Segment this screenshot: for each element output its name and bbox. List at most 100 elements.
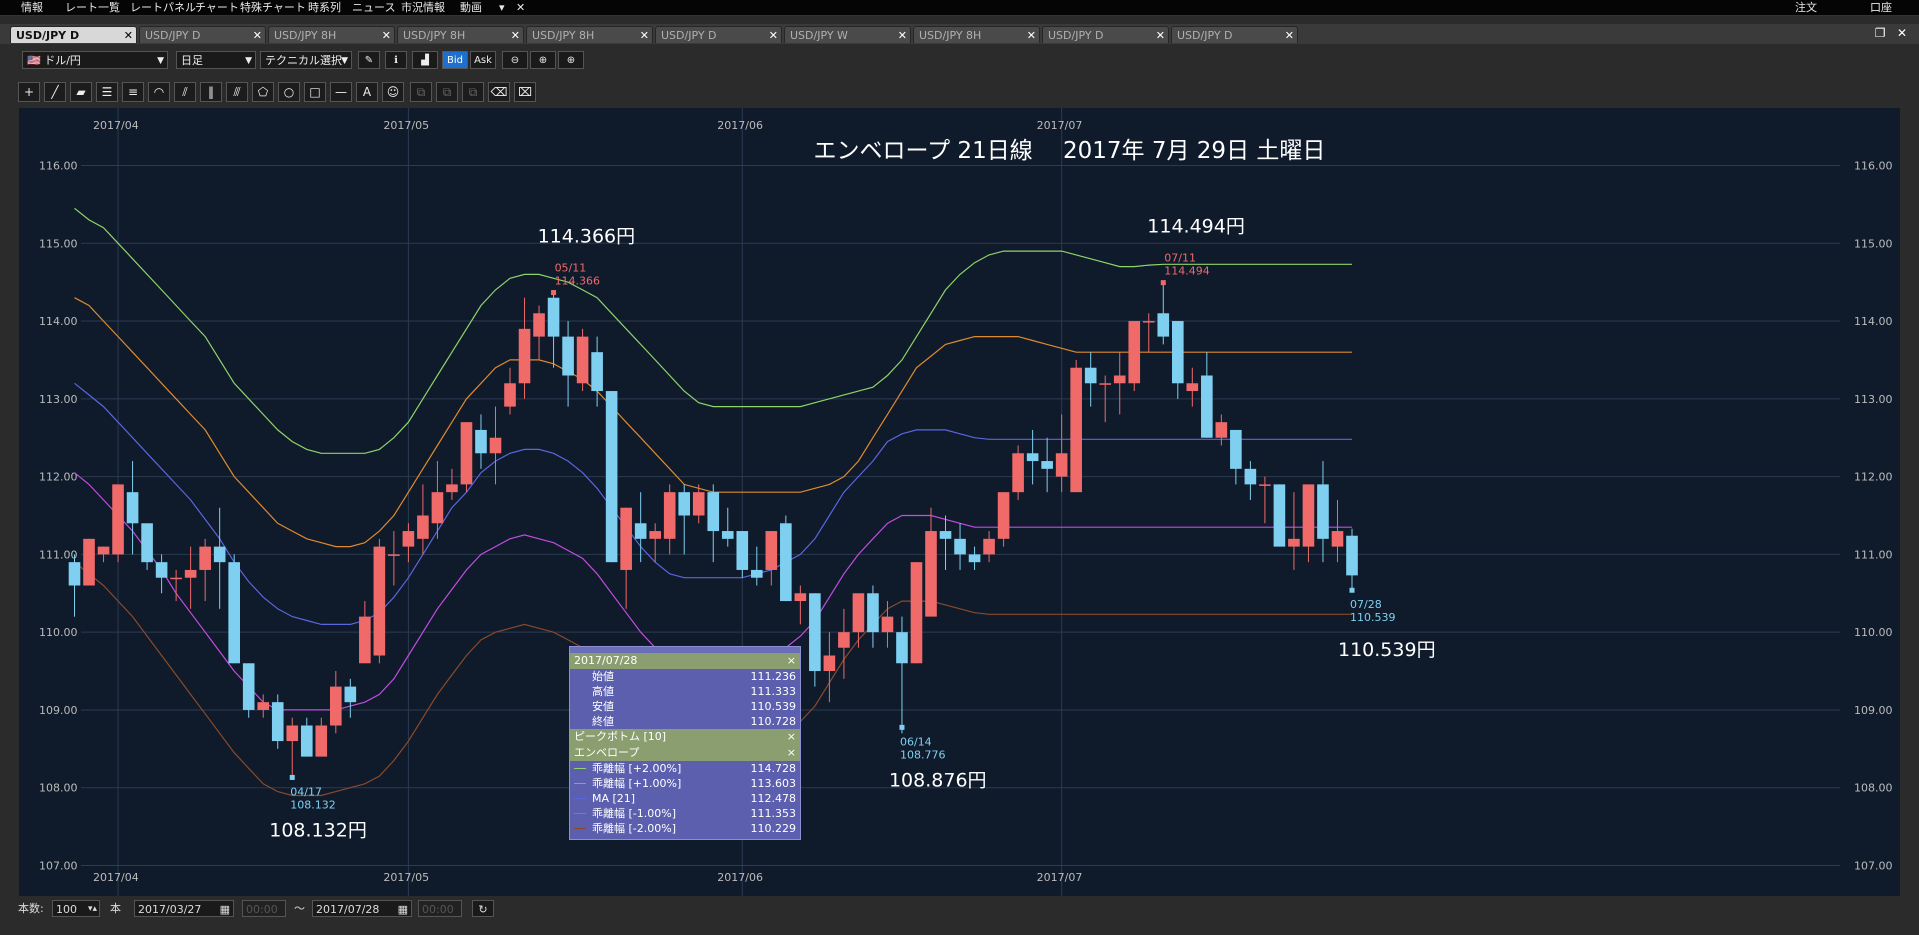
- close-icon[interactable]: ×: [787, 653, 796, 669]
- tab-chart[interactable]: USD/JPY D ✕: [139, 26, 266, 43]
- bid-button[interactable]: Bid: [442, 51, 468, 69]
- close-icon[interactable]: ✕: [253, 27, 262, 44]
- menu-item[interactable]: 情報: [18, 0, 46, 15]
- vlines-icon[interactable]: ‖: [200, 82, 222, 102]
- ruler-icon[interactable]: ▰: [70, 82, 92, 102]
- trendline-icon[interactable]: ╱: [44, 82, 66, 102]
- arc-icon[interactable]: ◠: [148, 82, 170, 102]
- menu-item[interactable]: ニュース: [349, 0, 398, 15]
- volume-icon[interactable]: ▟: [412, 51, 438, 69]
- tab-chart[interactable]: USD/JPY 8H ✕: [397, 26, 524, 43]
- channel-icon[interactable]: ⫻: [226, 82, 248, 102]
- candle-body: [533, 313, 545, 337]
- close-icon[interactable]: ✕: [124, 27, 133, 44]
- calendar-icon[interactable]: ▦: [398, 901, 408, 918]
- y-tick-label-right: 115.00: [1854, 237, 1893, 250]
- menu-item[interactable]: 時系列: [305, 0, 344, 15]
- hlines-icon[interactable]: ☰: [96, 82, 118, 102]
- ohlc-label: 始値: [592, 670, 614, 683]
- refresh-icon[interactable]: ↻: [472, 900, 494, 917]
- tab-chart[interactable]: USD/JPY D ✕: [655, 26, 782, 43]
- close-icon[interactable]: ✕: [898, 27, 907, 44]
- tab-chart[interactable]: USD/JPY 8H ✕: [913, 26, 1040, 43]
- pentagon-icon[interactable]: ⬠: [252, 82, 274, 102]
- circle-icon[interactable]: ○: [278, 82, 300, 102]
- restore-icon[interactable]: ❐: [1873, 26, 1887, 40]
- count-select[interactable]: 100 ▾▴: [52, 900, 100, 917]
- pair-select[interactable]: 🇺🇸 ドル/円 ▼: [22, 51, 168, 69]
- calendar-icon[interactable]: ▦: [220, 901, 230, 918]
- menu-item[interactable]: 動画: [457, 0, 485, 15]
- envelope-value: 110.229: [750, 822, 797, 835]
- menu-right-item[interactable]: 注文: [1795, 0, 1817, 15]
- candlestick-chart: 116.00 116.00 115.00 115.00 114.00 114.00 113.…: [39, 108, 1893, 896]
- peak-date-label: 04/17: [290, 785, 322, 798]
- menu-item[interactable]: 市況情報: [398, 0, 448, 15]
- candle-body: [518, 328, 531, 384]
- stack-icon[interactable]: ⧉: [462, 82, 484, 102]
- zoom-in-icon[interactable]: ⊕: [530, 51, 556, 69]
- candle-body: [954, 538, 966, 555]
- tab-chart[interactable]: USD/JPY 8H ✕: [526, 26, 653, 43]
- fib-icon[interactable]: ≡: [122, 82, 144, 102]
- info-icon[interactable]: ℹ: [385, 51, 407, 69]
- fan-icon[interactable]: ⫽: [174, 82, 196, 102]
- start-date-input[interactable]: 2017/03/27 ▦: [134, 900, 234, 917]
- tab-chart[interactable]: USD/JPY 8H ✕: [268, 26, 395, 43]
- close-icon[interactable]: ×: [787, 745, 796, 761]
- close-icon[interactable]: ✕: [1027, 27, 1036, 44]
- candle-body: [1012, 453, 1024, 493]
- zoom-fit-icon[interactable]: ⊕: [558, 51, 584, 69]
- candle-body: [141, 523, 153, 563]
- menu-item[interactable]: チャート: [192, 0, 242, 15]
- crosshair-icon[interactable]: +: [18, 82, 40, 102]
- hline-icon[interactable]: —: [330, 82, 352, 102]
- layers-icon[interactable]: ⧉: [436, 82, 458, 102]
- menu-item[interactable]: レート一覧: [62, 0, 123, 15]
- start-time-input[interactable]: 00:00: [242, 900, 286, 917]
- pen-icon[interactable]: ✎: [358, 51, 380, 69]
- eraser-all-icon[interactable]: ⌧: [514, 82, 536, 102]
- candle-body: [910, 562, 923, 664]
- zoom-out-icon[interactable]: ⊖: [502, 51, 528, 69]
- tab-label: USD/JPY 8H: [532, 29, 595, 42]
- end-date-input[interactable]: 2017/07/28 ▦: [312, 900, 412, 917]
- ask-button[interactable]: Ask: [470, 51, 496, 69]
- peak-value-label: 114.366: [555, 275, 601, 288]
- period-select[interactable]: 日足 ▼: [176, 51, 256, 69]
- tab-chart[interactable]: USD/JPY D ✕: [1171, 26, 1298, 43]
- menu-item[interactable]: 特殊チャート: [237, 0, 309, 15]
- close-icon[interactable]: ✕: [769, 27, 778, 44]
- candle-body: [388, 554, 400, 556]
- data-window[interactable]: 2017/07/28 × 始値 111.236 高値 111.333 安値 110.539…: [569, 646, 801, 840]
- candle-body: [1055, 453, 1068, 477]
- candle-body: [809, 593, 821, 672]
- close-icon[interactable]: ✕: [382, 27, 391, 44]
- copy-icon[interactable]: ⧉: [410, 82, 432, 102]
- menu-item[interactable]: ▾: [496, 0, 508, 15]
- menu-right-item[interactable]: 口座: [1870, 0, 1892, 15]
- menu-item[interactable]: ✕: [513, 0, 528, 15]
- close-icon[interactable]: ✕: [511, 27, 520, 44]
- tab-chart[interactable]: USD/JPY D ✕: [10, 26, 137, 43]
- eraser-icon[interactable]: ⌫: [488, 82, 510, 102]
- y-tick-label-right: 116.00: [1854, 160, 1893, 173]
- peak-marker: [1160, 280, 1166, 286]
- tab-chart[interactable]: USD/JPY W ✕: [784, 26, 911, 43]
- technical-select[interactable]: テクニカル選択 ▼: [260, 51, 352, 69]
- emoji-icon[interactable]: ☺: [382, 82, 404, 102]
- close-icon[interactable]: ✕: [1285, 27, 1294, 44]
- tab-chart[interactable]: USD/JPY D ✕: [1042, 26, 1169, 43]
- candle-body: [852, 593, 865, 633]
- close-icon[interactable]: ✕: [640, 27, 649, 44]
- text-icon[interactable]: A: [356, 82, 378, 102]
- end-time-input[interactable]: 00:00: [418, 900, 462, 917]
- close-icon[interactable]: ✕: [1156, 27, 1165, 44]
- close-icon[interactable]: ✕: [1895, 26, 1909, 40]
- chart-area[interactable]: 116.00 116.00 115.00 115.00 114.00 114.00 113.…: [19, 108, 1900, 896]
- menu-item[interactable]: レートパネル: [127, 0, 199, 15]
- candle-body: [68, 562, 81, 586]
- ohlc-row: 高値 111.333: [570, 684, 800, 699]
- close-icon[interactable]: ×: [787, 729, 796, 745]
- rectangle-icon[interactable]: □: [304, 82, 326, 102]
